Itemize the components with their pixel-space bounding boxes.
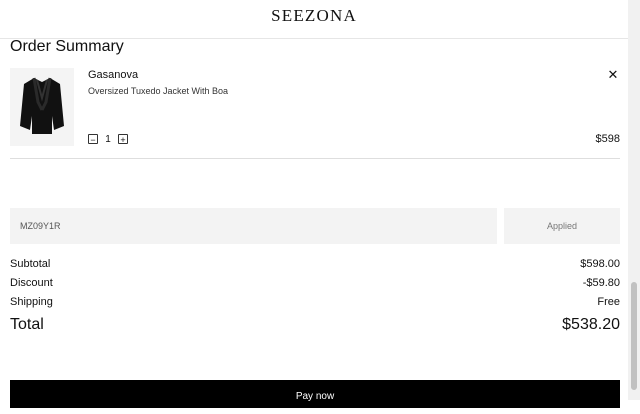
- cart-item: Gasanova Oversized Tuxedo Jacket With Bo…: [10, 68, 620, 158]
- scrollbar[interactable]: [628, 0, 640, 400]
- quantity-stepper: − 1 +: [88, 132, 128, 146]
- apply-promo-button[interactable]: Applied: [504, 208, 620, 244]
- discount-label: Discount: [10, 277, 53, 289]
- pay-now-button[interactable]: Pay now: [10, 380, 620, 408]
- quantity-value: 1: [105, 133, 111, 145]
- increase-quantity-button[interactable]: +: [118, 134, 128, 145]
- decrease-quantity-button[interactable]: −: [88, 134, 98, 145]
- product-brand[interactable]: Gasanova: [88, 69, 138, 81]
- total-label: Total: [10, 316, 44, 333]
- logo[interactable]: SEEZONA: [0, 6, 628, 26]
- shipping-value: Free: [597, 296, 620, 308]
- shipping-label: Shipping: [10, 296, 53, 308]
- subtotal-label: Subtotal: [10, 258, 51, 270]
- total-row: Total $538.20: [10, 316, 620, 334]
- scrollbar-thumb[interactable]: [631, 282, 637, 390]
- subtotal-value: $598.00: [580, 258, 620, 270]
- subtotal-row: Subtotal $598.00: [10, 258, 620, 270]
- jacket-icon: [10, 68, 74, 146]
- divider: [10, 158, 620, 159]
- promo-code-form: Applied: [10, 208, 620, 244]
- product-image[interactable]: [10, 68, 74, 146]
- promo-code-input[interactable]: [10, 208, 497, 244]
- discount-value: -$59.80: [582, 277, 620, 289]
- close-icon: ✕: [607, 67, 619, 82]
- item-price: $598: [595, 133, 620, 145]
- product-name[interactable]: Oversized Tuxedo Jacket With Boa: [88, 86, 228, 96]
- site-header: SEEZONA: [0, 0, 628, 39]
- page-title: Order Summary: [10, 38, 124, 55]
- remove-item-button[interactable]: ✕: [606, 68, 620, 82]
- shipping-row: Shipping Free: [10, 296, 620, 308]
- total-value: $538.20: [562, 316, 620, 333]
- discount-row: Discount -$59.80: [10, 277, 620, 289]
